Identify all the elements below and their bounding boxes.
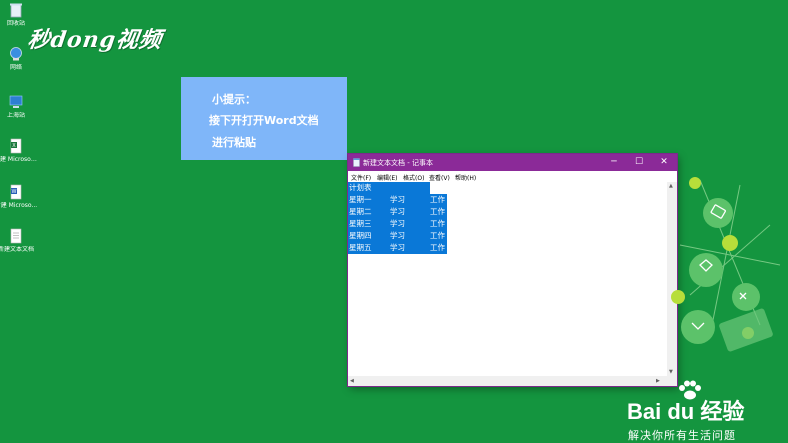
notepad-app-icon [353, 158, 360, 167]
svg-text:W: W [12, 189, 17, 195]
window-title: 新建文本文档 - 记事本 [363, 159, 433, 167]
text-line-row: 星期三 学习 工作 [348, 218, 447, 230]
work-cell: 工作 [430, 231, 445, 240]
minimize-button[interactable]: ─ [601, 154, 627, 171]
menu-file[interactable]: 文件(F) [351, 173, 371, 182]
text-file-icon [10, 228, 22, 244]
recycle-bin-icon [10, 3, 22, 18]
notepad-text-area[interactable]: 计划表 星期一 学习 工作 星期二 学习 工作 星期三 学习 工作 星期四 学习… [348, 182, 667, 376]
desktop-icon-label: 新建文本文档 [0, 246, 34, 253]
desktop-icon-shortcut[interactable]: 上海站 [0, 94, 38, 120]
work-cell: 工作 [430, 195, 445, 204]
tip-line-3: 进行粘贴 [212, 136, 256, 149]
wallpaper-decoration [671, 177, 781, 352]
tip-line-1: 小提示： [212, 93, 256, 106]
text-line-row: 星期五 学习 工作 [348, 242, 447, 254]
shortcut-icon [9, 95, 23, 108]
work-cell: 工作 [430, 219, 445, 228]
study-cell: 学习 [390, 195, 405, 204]
scroll-down-arrow-icon[interactable]: ▼ [669, 369, 673, 375]
study-cell: 学习 [390, 231, 405, 240]
menu-help[interactable]: 帮助(H) [455, 173, 476, 182]
notepad-titlebar[interactable]: 新建文本文档 - 记事本 ─ ☐ ✕ [348, 154, 677, 171]
menu-edit[interactable]: 编辑(E) [377, 173, 397, 182]
study-cell: 学习 [390, 219, 405, 228]
heading-text: 计划表 [349, 183, 372, 192]
work-cell: 工作 [430, 207, 445, 216]
work-cell: 工作 [430, 243, 445, 252]
menu-format[interactable]: 格式(O) [403, 173, 424, 182]
desktop-icon-label: 上海站 [6, 112, 25, 119]
study-cell: 学习 [390, 207, 405, 216]
text-line-row: 星期四 学习 工作 [348, 230, 447, 242]
network-icon [10, 47, 22, 61]
maximize-button[interactable]: ☐ [626, 154, 652, 171]
svg-text:X: X [12, 143, 16, 149]
desktop-icon-text-file[interactable]: 新建文本文档 [0, 228, 38, 254]
day-cell: 星期一 [349, 195, 372, 204]
tip-box: 小提示： 接下开打开Word文档 进行粘贴 [181, 77, 347, 160]
day-cell: 星期三 [349, 219, 372, 228]
day-cell: 星期五 [349, 243, 372, 252]
desktop-icon-label: 新建 Microso... [0, 202, 38, 209]
text-line-heading: 计划表 [348, 182, 430, 194]
notepad-window[interactable]: 新建文本文档 - 记事本 ─ ☐ ✕ 文件(F) 编辑(E) 格式(O) 查看(… [348, 154, 677, 386]
desktop-icon-label: 网络 [9, 64, 22, 71]
text-line-row: 星期二 学习 工作 [348, 206, 447, 218]
menu-view[interactable]: 查看(V) [429, 173, 450, 182]
baidu-jingyan-logo: Bai du 经验 解决你所有生活问题 [627, 380, 788, 442]
day-cell: 星期二 [349, 207, 372, 216]
desktop-icon-word-file[interactable]: W 新建 Microso... [0, 184, 38, 210]
text-line-row: 星期一 学习 工作 [348, 194, 447, 206]
day-cell: 星期四 [349, 231, 372, 240]
video-watermark-logo: 秒dong视频 [25, 27, 164, 53]
tip-line-2: 接下开打开Word文档 [209, 114, 319, 127]
excel-file-icon: X [10, 138, 22, 154]
desktop-icon-label: 新建 Microsoft... [0, 156, 38, 163]
baidu-brand-text: Bai du 经验 [627, 399, 745, 424]
desktop-icon-excel-file[interactable]: X 新建 Microsoft... [0, 138, 38, 164]
scroll-left-arrow-icon[interactable]: ◀ [350, 378, 354, 384]
word-file-icon: W [10, 184, 22, 200]
study-cell: 学习 [390, 243, 405, 252]
notepad-menubar: 文件(F) 编辑(E) 格式(O) 查看(V) 帮助(H) [348, 171, 677, 182]
